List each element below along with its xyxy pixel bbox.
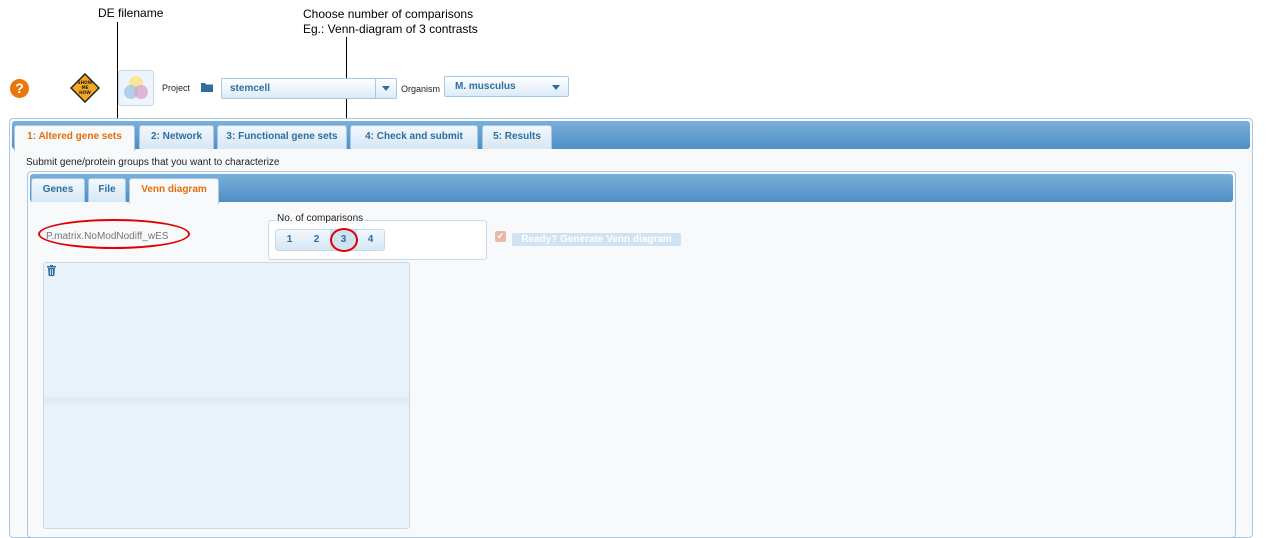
project-select[interactable]: stemcell bbox=[221, 78, 397, 99]
sub-tab-bar: Genes File Venn diagram bbox=[30, 174, 1233, 204]
annotation-choose-line1: Choose number of comparisons bbox=[303, 7, 474, 21]
tab-check-and-submit[interactable]: 4: Check and submit bbox=[350, 125, 478, 149]
tab-file[interactable]: File bbox=[88, 178, 126, 202]
page-subtitle: Submit gene/protein groups that you want… bbox=[26, 157, 280, 168]
chevron-down-icon[interactable] bbox=[375, 79, 396, 98]
generate-venn-button[interactable]: Ready? Generate Venn diagram bbox=[512, 233, 681, 246]
comparison-button-4[interactable]: 4 bbox=[357, 230, 384, 250]
gene-list-area[interactable] bbox=[43, 262, 410, 529]
tab-results[interactable]: 5: Results bbox=[482, 125, 552, 149]
organism-label: Organism bbox=[401, 84, 441, 94]
comparisons-legend: No. of comparisons bbox=[276, 213, 365, 224]
de-filename-input[interactable] bbox=[44, 229, 171, 244]
comparison-button-1[interactable]: 1 bbox=[276, 230, 303, 250]
tab-functional-gene-sets[interactable]: 3: Functional gene sets bbox=[217, 125, 347, 149]
annotation-choose-line2: Eg.: Venn-diagram of 3 contrasts bbox=[303, 22, 478, 36]
showme-text-3: HOW bbox=[79, 90, 91, 95]
comparisons-button-group: 1 2 3 4 bbox=[275, 229, 385, 251]
venn-logo-icon bbox=[118, 70, 154, 106]
organism-select-value: M. musculus bbox=[455, 81, 516, 92]
tab-network[interactable]: 2: Network bbox=[139, 125, 214, 149]
comparison-button-2[interactable]: 2 bbox=[303, 230, 330, 250]
show-me-how-icon[interactable]: SHOW ME HOW bbox=[70, 73, 100, 103]
main-tab-bar: 1: Altered gene sets 2: Network 3: Funct… bbox=[12, 121, 1250, 151]
organism-select[interactable]: M. musculus bbox=[444, 76, 569, 97]
ready-checkbox[interactable]: ✔ bbox=[495, 231, 506, 242]
chevron-down-icon[interactable] bbox=[552, 85, 560, 90]
project-select-value: stemcell bbox=[230, 83, 271, 94]
folder-icon bbox=[201, 83, 213, 92]
tab-altered-gene-sets[interactable]: 1: Altered gene sets bbox=[14, 125, 135, 151]
annotation-de-filename: DE filename bbox=[98, 6, 164, 20]
tab-venn-diagram[interactable]: Venn diagram bbox=[129, 178, 219, 204]
tab-genes[interactable]: Genes bbox=[31, 178, 85, 202]
project-label: Project bbox=[162, 83, 191, 93]
help-icon[interactable]: ? bbox=[10, 79, 29, 98]
trash-icon[interactable] bbox=[47, 265, 56, 276]
comparison-button-3[interactable]: 3 bbox=[330, 230, 357, 250]
